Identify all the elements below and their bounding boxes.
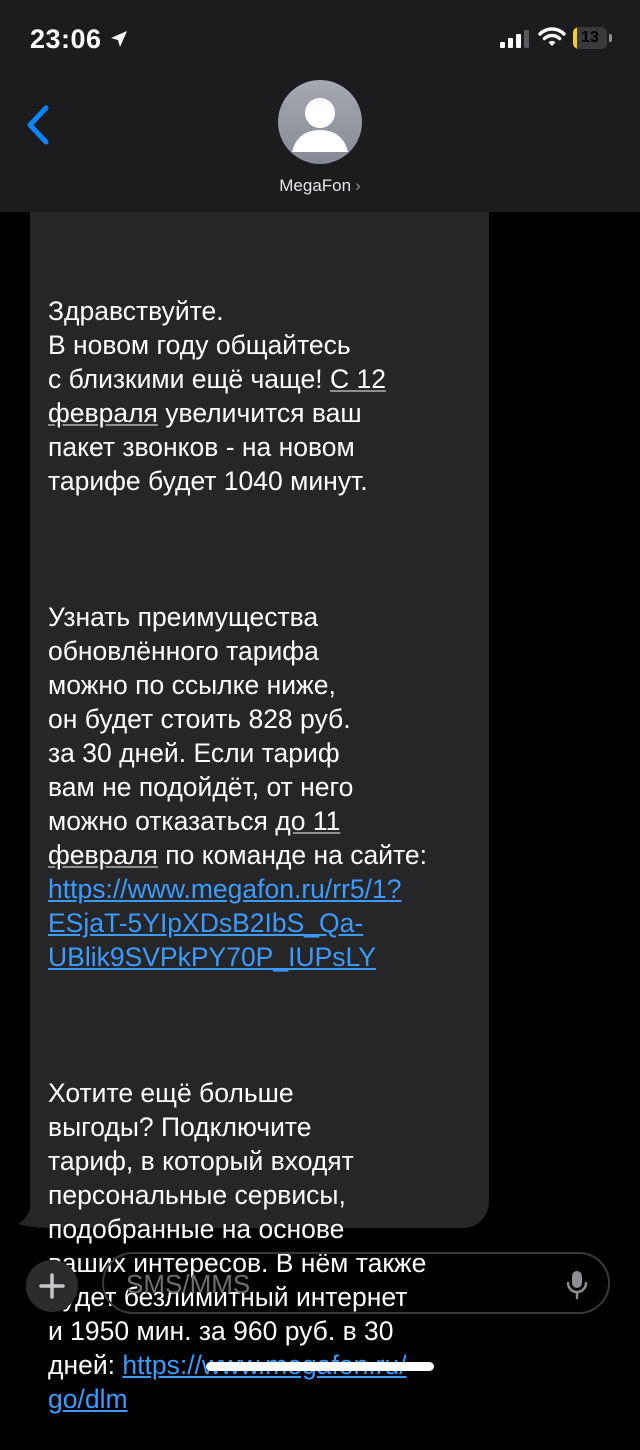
chevron-right-icon: › [355, 176, 361, 195]
compose-bar: SMS/MMS [0, 1252, 640, 1316]
message-text: Хотите ещё больше выгоды? Подключите тар… [48, 1078, 427, 1380]
contact-avatar[interactable] [278, 80, 362, 164]
message-bubble[interactable]: Здравствуйте. В новом году общайтесь с б… [30, 212, 489, 1414]
message-input-placeholder: SMS/MMS [126, 1269, 251, 1299]
microphone-icon[interactable] [566, 1270, 588, 1300]
battery-tip [609, 34, 612, 42]
message-text: по команде на сайте: [165, 840, 427, 870]
battery-percent: 13 [581, 29, 599, 46]
cellular-signal-icon [500, 30, 529, 48]
status-bar: 23:06 13 [0, 0, 640, 78]
url-link[interactable]: https://www.megafon.ru/rr5/1? ESjaT-5YIp… [48, 874, 402, 972]
message-text: Узнать преимущества обновлённого тарифа … [48, 602, 354, 836]
back-chevron-icon[interactable] [24, 104, 54, 146]
location-arrow-icon [111, 31, 127, 47]
message-text: Здравствуйте. В новом году общайтесь с б… [48, 296, 351, 394]
contact-name-button[interactable]: MegaFon › [0, 176, 640, 196]
apps-plus-button[interactable] [26, 1260, 78, 1312]
contact-name: MegaFon [279, 176, 352, 195]
battery-icon: 13 [573, 27, 613, 49]
wifi-icon [538, 27, 566, 46]
message-paragraph-1: Здравствуйте. В новом году общайтесь с б… [48, 294, 471, 498]
message-paragraph-2: Узнать преимущества обновлённого тарифа … [48, 600, 471, 974]
battery-body: 13 [573, 27, 607, 49]
plus-icon [39, 1273, 65, 1299]
home-indicator[interactable] [206, 1362, 434, 1371]
contact-person-icon [292, 98, 348, 152]
status-time: 23:06 [30, 24, 102, 54]
message-input[interactable]: SMS/MMS [102, 1252, 610, 1314]
